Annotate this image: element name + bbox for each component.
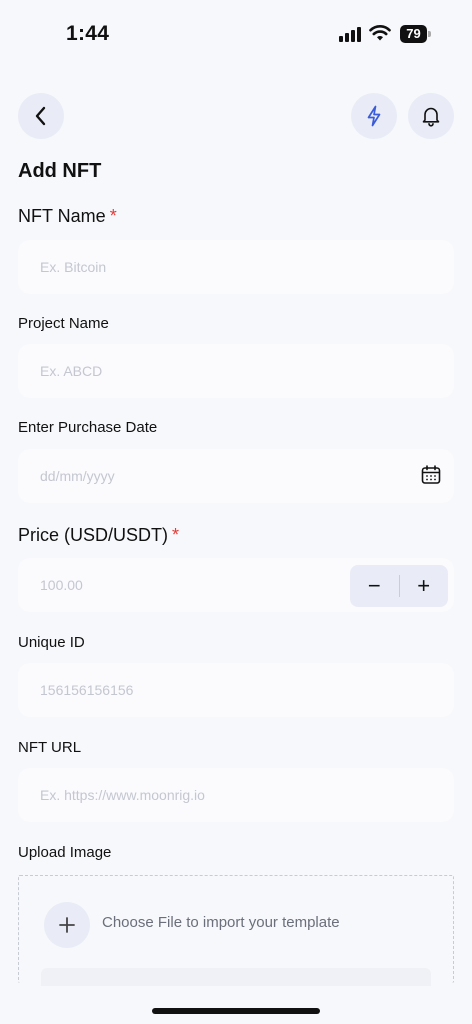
chevron-left-icon [35, 106, 46, 126]
unique-id-label: Unique ID [18, 634, 85, 651]
flash-button[interactable] [351, 93, 397, 139]
status-bar: 1:44 79 [0, 0, 472, 70]
page-title: Add NFT [18, 160, 102, 182]
bell-icon [422, 107, 440, 127]
signal-icon [339, 26, 363, 42]
required-marker: * [172, 525, 180, 545]
nft-url-input[interactable] [18, 768, 454, 822]
nft-url-label: NFT URL [18, 739, 82, 756]
upload-dropzone[interactable]: Choose File to import your template [18, 875, 454, 986]
unique-id-input[interactable] [18, 663, 454, 717]
price-field[interactable]: − + [18, 558, 454, 612]
lightning-icon [367, 105, 381, 127]
price-stepper: − + [350, 565, 448, 607]
calendar-icon[interactable] [420, 464, 442, 486]
wifi-icon [369, 25, 391, 41]
decrement-button[interactable]: − [350, 565, 399, 607]
purchase-date-field[interactable] [18, 449, 454, 503]
plus-icon [59, 917, 75, 933]
project-name-label: Project Name [18, 315, 109, 332]
upload-prompt[interactable]: Choose File to import your template [102, 914, 340, 931]
increment-button[interactable]: + [399, 565, 448, 607]
price-input[interactable] [18, 558, 338, 612]
upload-image-label: Upload Image [18, 844, 112, 861]
required-marker: * [109, 206, 117, 226]
notifications-button[interactable] [408, 93, 454, 139]
battery-icon: 79 [400, 25, 432, 43]
price-label-text: Price (USD/USDT) [18, 525, 169, 545]
price-label: Price (USD/USDT) * [18, 525, 179, 546]
status-time: 1:44 [66, 22, 110, 45]
nft-name-field[interactable] [18, 240, 454, 294]
purchase-date-input[interactable] [18, 449, 454, 503]
home-indicator [152, 1008, 320, 1014]
battery-level: 79 [406, 26, 421, 41]
nft-name-label: NFT Name * [18, 206, 117, 227]
project-name-field[interactable] [18, 344, 454, 398]
purchase-date-label: Enter Purchase Date [18, 419, 158, 436]
nft-name-input[interactable] [18, 240, 454, 294]
unique-id-field[interactable] [18, 663, 454, 717]
project-name-input[interactable] [18, 344, 454, 398]
upload-preview-strip [41, 968, 431, 986]
nft-url-field[interactable] [18, 768, 454, 822]
nft-name-label-text: NFT Name [18, 206, 106, 226]
back-button[interactable] [18, 93, 64, 139]
upload-plus-button[interactable] [44, 902, 90, 948]
